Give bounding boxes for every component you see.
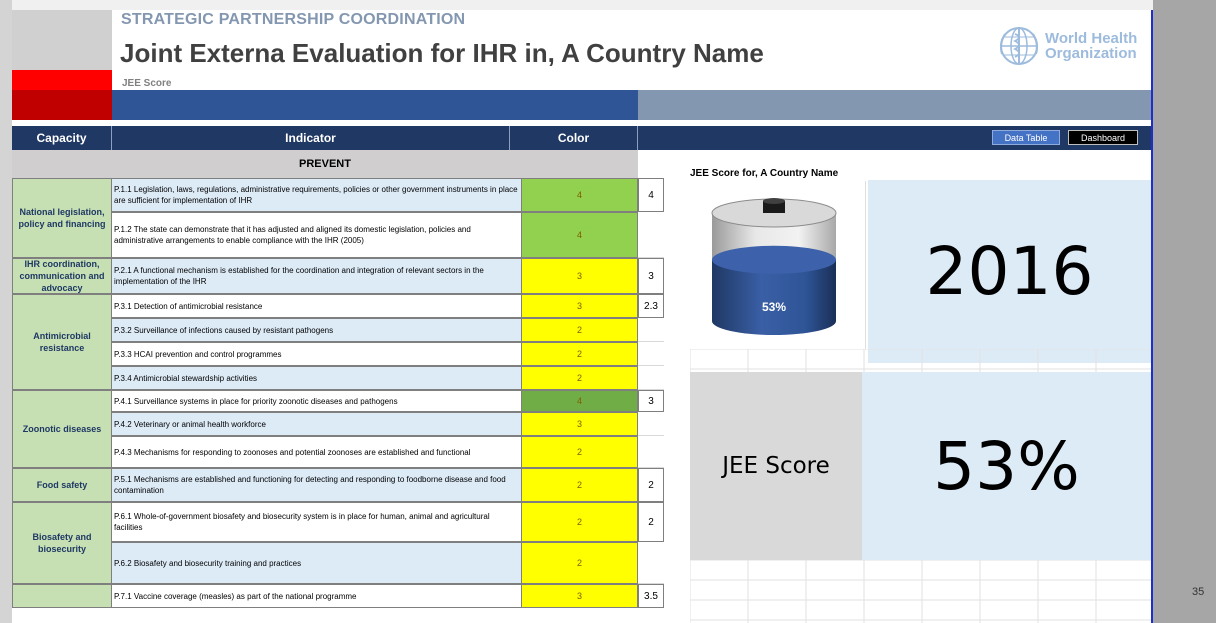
color-score-cell[interactable]: 2 xyxy=(522,502,638,542)
cylinder-fill-top xyxy=(712,245,836,274)
sheet-gridlines-bottom xyxy=(690,560,1151,623)
capacity-score-cell[interactable]: 3 xyxy=(638,390,664,412)
column-header-capacity: Capacity xyxy=(12,126,112,150)
capacity-score-cell[interactable]: 3 xyxy=(638,258,664,294)
indicator-cell[interactable]: P.1.1 Legislation, laws, regulations, ad… xyxy=(112,178,522,212)
capacity-score-cell[interactable] xyxy=(638,318,664,342)
indicator-cell[interactable]: P.3.3 HCAI prevention and control progra… xyxy=(112,342,522,366)
spreadsheet-dashboard: ··· ⊞ 35 STRATEGIC PARTNERSHIP COORDINAT… xyxy=(0,0,1216,623)
report-title: Joint Externa Evaluation for IHR in, A C… xyxy=(120,38,764,68)
indicator-cell[interactable]: P.6.2 Biosafety and biosecurity training… xyxy=(112,542,522,584)
indicator-cell[interactable]: P.4.2 Veterinary or animal health workfo… xyxy=(112,412,522,436)
color-score-cell[interactable]: 3 xyxy=(522,294,638,318)
color-score-cell[interactable]: 3 xyxy=(522,584,638,608)
color-score-cell[interactable]: 2 xyxy=(522,468,638,502)
window-top-strip: ··· ⊞ xyxy=(0,0,1216,10)
cylinder-cap-top xyxy=(763,198,785,204)
who-logo: World Health Organization xyxy=(997,24,1137,68)
color-score-cell[interactable]: 3 xyxy=(522,258,638,294)
cylinder-group xyxy=(711,198,837,335)
who-emblem-icon xyxy=(1000,27,1038,65)
indicator-cell[interactable]: P.4.1 Surveillance systems in place for … xyxy=(112,390,522,412)
capacity-score-cell[interactable] xyxy=(638,342,664,366)
indicator-cell[interactable]: P.6.1 Whole-of-government biosafety and … xyxy=(112,502,522,542)
capacity-score-cell[interactable] xyxy=(638,412,664,436)
capacity-score-cell[interactable] xyxy=(638,366,664,390)
sheet-gridlines-middle xyxy=(690,349,1151,373)
color-score-cell[interactable]: 2 xyxy=(522,542,638,584)
header-slate-band xyxy=(638,90,1151,120)
color-score-cell[interactable]: 2 xyxy=(522,342,638,366)
capacity-cell: Antimicrobial resistance xyxy=(12,294,112,390)
column-header-indicator: Indicator xyxy=(112,126,510,150)
indicator-cell[interactable]: P.4.3 Mechanisms for responding to zoono… xyxy=(112,436,522,468)
header-dark-red-block xyxy=(12,90,112,120)
capacity-cell: Food safety xyxy=(12,468,112,502)
indicator-cell[interactable]: P.1.2 The state can demonstrate that it … xyxy=(112,212,522,258)
color-score-cell[interactable]: 4 xyxy=(522,178,638,212)
header-gray-block xyxy=(12,10,112,70)
who-wordmark-line1: World Health xyxy=(1045,30,1138,47)
indicator-cell[interactable]: P.5.1 Mechanisms are established and fun… xyxy=(112,468,522,502)
jee-score-value: 53% xyxy=(862,372,1151,560)
capacity-score-cell[interactable] xyxy=(638,212,664,258)
page-number: 35 xyxy=(1192,586,1205,598)
header-red-block xyxy=(12,70,112,90)
chart-title: JEE Score for, A Country Name xyxy=(690,168,839,179)
row-header-gutter xyxy=(0,0,12,623)
who-wordmark: World Health Organization xyxy=(1045,31,1137,61)
indicator-cell[interactable]: P.3.4 Antimicrobial stewardship activiti… xyxy=(112,366,522,390)
report-score-label: JEE Score xyxy=(122,78,172,89)
color-score-cell[interactable]: 4 xyxy=(522,212,638,258)
color-score-cell[interactable]: 3 xyxy=(522,412,638,436)
capacity-cell: Biosafety and biosecurity xyxy=(12,502,112,584)
dashboard-button[interactable]: Dashboard xyxy=(1068,130,1138,145)
color-score-cell[interactable]: 2 xyxy=(522,436,638,468)
capacity-score-cell[interactable]: 2 xyxy=(638,502,664,542)
section-header-prevent: PREVENT xyxy=(12,150,638,178)
capacity-score-cell[interactable]: 2.3 xyxy=(638,294,664,318)
cylinder-value-label: 53% xyxy=(762,300,786,314)
jee-score-caption: JEE Score xyxy=(690,372,862,560)
indicator-cell[interactable]: P.7.1 Vaccine coverage (measles) as part… xyxy=(112,584,522,608)
indicator-cell[interactable]: P.2.1 A functional mechanism is establis… xyxy=(112,258,522,294)
capacity-score-cell[interactable]: 2 xyxy=(638,468,664,502)
cylinder-chart-svg: 53% xyxy=(711,198,837,335)
color-score-cell[interactable]: 4 xyxy=(522,390,638,412)
color-score-cell[interactable]: 2 xyxy=(522,318,638,342)
sheet-margin-right xyxy=(1153,0,1216,623)
indicator-cell[interactable]: P.3.2 Surveillance of infections caused … xyxy=(112,318,522,342)
column-header-color: Color xyxy=(510,126,638,150)
capacity-cell xyxy=(12,584,112,608)
report-subtitle: STRATEGIC PARTNERSHIP COORDINATION xyxy=(121,11,466,28)
page-break-line xyxy=(1151,10,1153,623)
capacity-cell: National legislation, policy and financi… xyxy=(12,178,112,258)
capacity-score-cell[interactable] xyxy=(638,542,664,584)
indicator-cell[interactable]: P.3.1 Detection of antimicrobial resista… xyxy=(112,294,522,318)
score-cylinder-chart: 53% xyxy=(690,181,866,349)
capacity-score-cell[interactable]: 3.5 xyxy=(638,584,664,608)
year-panel: 2016 xyxy=(868,180,1151,363)
capacity-cell: Zoonotic diseases xyxy=(12,390,112,468)
capacity-cell: IHR coordination, communication and advo… xyxy=(12,258,112,294)
color-score-cell[interactable]: 2 xyxy=(522,366,638,390)
capacity-score-cell[interactable]: 4 xyxy=(638,178,664,212)
who-wordmark-line2: Organization xyxy=(1045,45,1137,62)
capacity-score-cell[interactable] xyxy=(638,436,664,468)
header-blue-band xyxy=(112,90,638,120)
data-table-button[interactable]: Data Table xyxy=(992,130,1060,145)
indicator-table: National legislation, policy and financi… xyxy=(12,178,664,623)
